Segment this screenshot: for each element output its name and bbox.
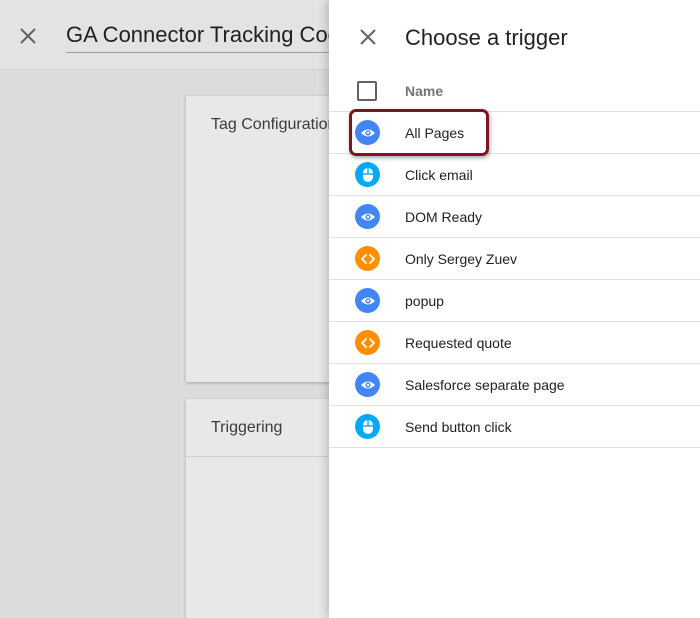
- trigger-name: Salesforce separate page: [405, 377, 565, 393]
- trigger-row-only-sergey-zuev[interactable]: Only Sergey Zuev: [329, 238, 700, 280]
- trigger-row-dom-ready[interactable]: DOM Ready: [329, 196, 700, 238]
- trigger-list-header: Name: [329, 70, 700, 112]
- trigger-row-all-pages[interactable]: All Pages: [329, 112, 700, 154]
- trigger-list: All Pages Click email DOM Ready Only Sergey…: [329, 112, 700, 448]
- close-icon[interactable]: [16, 24, 40, 48]
- code-icon: [355, 246, 380, 271]
- eye-icon: [355, 372, 380, 397]
- trigger-name: popup: [405, 293, 444, 309]
- mouse-icon: [355, 414, 380, 439]
- drawer-title: Choose a trigger: [405, 25, 568, 50]
- mouse-icon: [355, 162, 380, 187]
- trigger-name: DOM Ready: [405, 209, 483, 225]
- triggering-title: Triggering: [211, 419, 283, 436]
- tag-configuration-title: Tag Configuration: [211, 116, 337, 133]
- trigger-row-salesforce-separate-page[interactable]: Salesforce separate page: [329, 364, 700, 406]
- trigger-row-click-email[interactable]: Click email: [329, 154, 700, 196]
- trigger-row-requested-quote[interactable]: Requested quote: [329, 322, 700, 364]
- trigger-name: Send button click: [405, 419, 512, 435]
- trigger-name: Requested quote: [405, 335, 512, 351]
- select-all-checkbox[interactable]: [357, 81, 377, 101]
- choose-trigger-drawer: Choose a trigger Name All Pages Click ema…: [329, 0, 700, 618]
- trigger-row-popup[interactable]: popup: [329, 280, 700, 322]
- eye-icon: [355, 120, 380, 145]
- name-column-header[interactable]: Name: [405, 83, 443, 99]
- eye-icon: [355, 288, 380, 313]
- close-icon[interactable]: [356, 25, 380, 49]
- trigger-name: Click email: [405, 167, 473, 183]
- trigger-name: All Pages: [405, 125, 465, 141]
- code-icon: [355, 330, 380, 355]
- eye-icon: [355, 204, 380, 229]
- trigger-row-send-button-click[interactable]: Send button click: [329, 406, 700, 448]
- trigger-name: Only Sergey Zuev: [405, 251, 518, 267]
- tag-name-input[interactable]: GA Connector Tracking Code: [66, 22, 356, 53]
